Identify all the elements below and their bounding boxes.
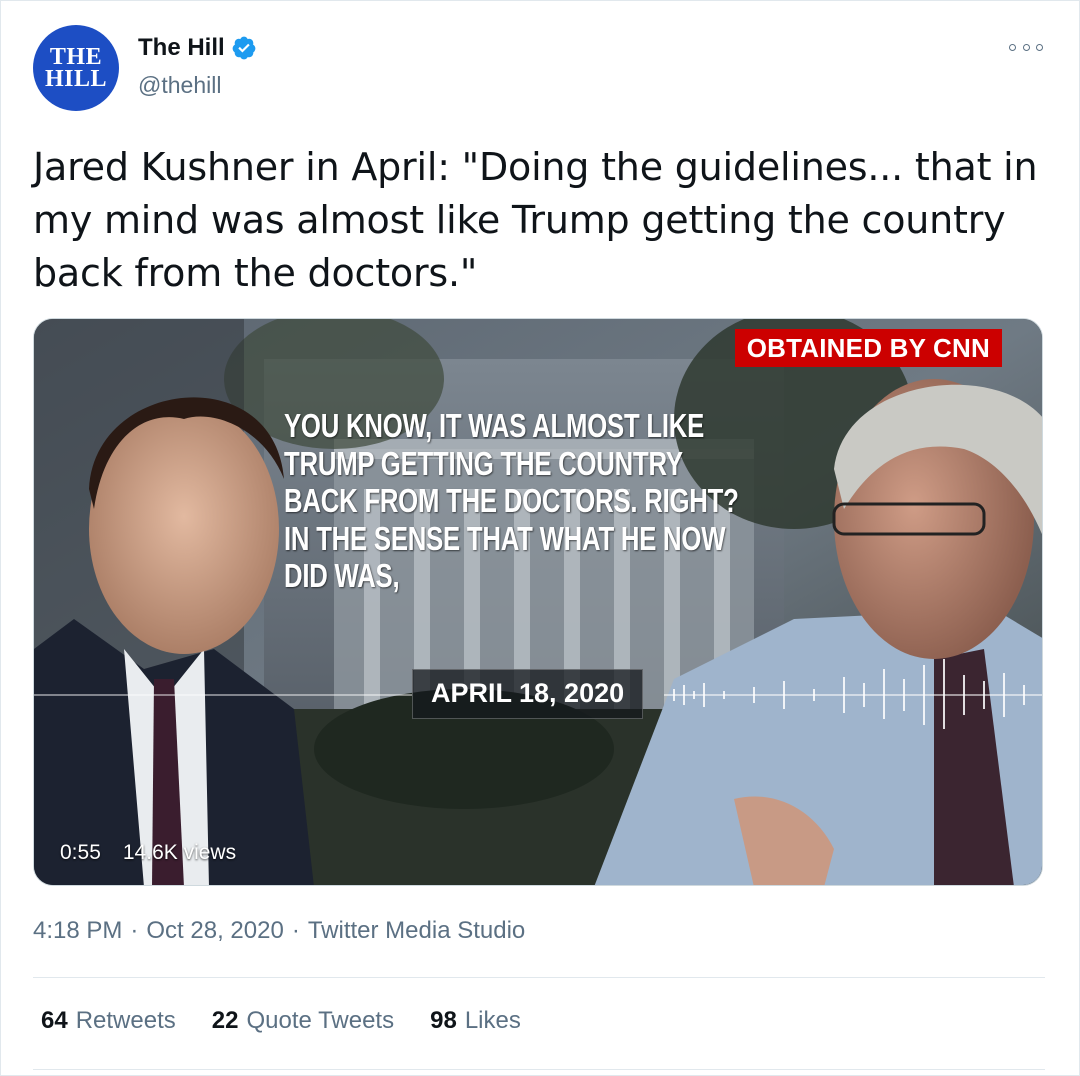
video-caption: YOU KNOW, IT WAS ALMOST LIKE TRUMP GETTI…: [284, 407, 752, 595]
more-options-icon[interactable]: [1009, 37, 1043, 57]
likes-label: Likes: [464, 1007, 521, 1034]
caption-line: YOU KNOW, IT WAS ALMOST LIKE: [284, 407, 705, 444]
retweets-stat[interactable]: 64 Retweets: [41, 1007, 176, 1035]
caption-line: IN THE SENSE THAT WHAT HE NOW: [284, 519, 726, 557]
caption-line: BACK FROM THE DOCTORS. RIGHT?: [284, 482, 739, 519]
author-display-name[interactable]: The Hill: [138, 34, 257, 62]
tweet-timestamp: 4:18 PM · Oct 28, 2020 · Twitter Media S…: [33, 917, 525, 945]
video-meta: 0:55 14.6K views: [60, 841, 236, 865]
caption-line: DID WAS,: [284, 557, 400, 594]
avatar[interactable]: THE HILL: [33, 25, 119, 111]
tweet-text: Jared Kushner in April: "Doing the guide…: [33, 145, 1038, 295]
likes-stat[interactable]: 98 Likes: [430, 1007, 521, 1035]
tweet-source-link[interactable]: Twitter Media Studio: [308, 917, 525, 945]
separator: ·: [130, 917, 139, 944]
avatar-text-line2: HILL: [44, 66, 108, 92]
verified-badge-icon: [232, 36, 256, 60]
divider: [33, 977, 1045, 978]
retweets-label: Retweets: [75, 1007, 176, 1034]
video-views: 14.6K views: [122, 841, 237, 864]
video-player[interactable]: OBTAINED BY CNN YOU KNOW, IT WAS ALMOST …: [33, 318, 1043, 886]
quote-tweets-stat[interactable]: 22 Quote Tweets: [212, 1007, 394, 1035]
caption-line: TRUMP GETTING THE COUNTRY: [284, 444, 683, 482]
tweet-stats: 64 Retweets 22 Quote Tweets 98 Likes: [41, 1007, 521, 1035]
retweets-count: 64: [41, 1007, 68, 1034]
tweet-time-link[interactable]: 4:18 PM: [33, 917, 122, 945]
divider: [33, 1069, 1045, 1070]
likes-count: 98: [430, 1007, 457, 1034]
video-duration: 0:55: [60, 841, 101, 864]
cnn-badge: OBTAINED BY CNN: [734, 329, 1002, 367]
separator: ·: [291, 917, 300, 944]
tweet-card: THE HILL The Hill @thehill Jared Kushner…: [0, 0, 1080, 1076]
video-frame-image: [34, 319, 1042, 885]
quote-tweets-count: 22: [211, 1007, 239, 1034]
quote-tweets-label: Quote Tweets: [246, 1007, 395, 1034]
video-date-label: APRIL 18, 2020: [412, 669, 644, 719]
display-name-text: The Hill: [138, 34, 225, 61]
avatar-text-line1: THE: [49, 44, 103, 70]
tweet-date-link[interactable]: Oct 28, 2020: [146, 917, 283, 945]
author-handle[interactable]: @thehill: [138, 72, 221, 99]
